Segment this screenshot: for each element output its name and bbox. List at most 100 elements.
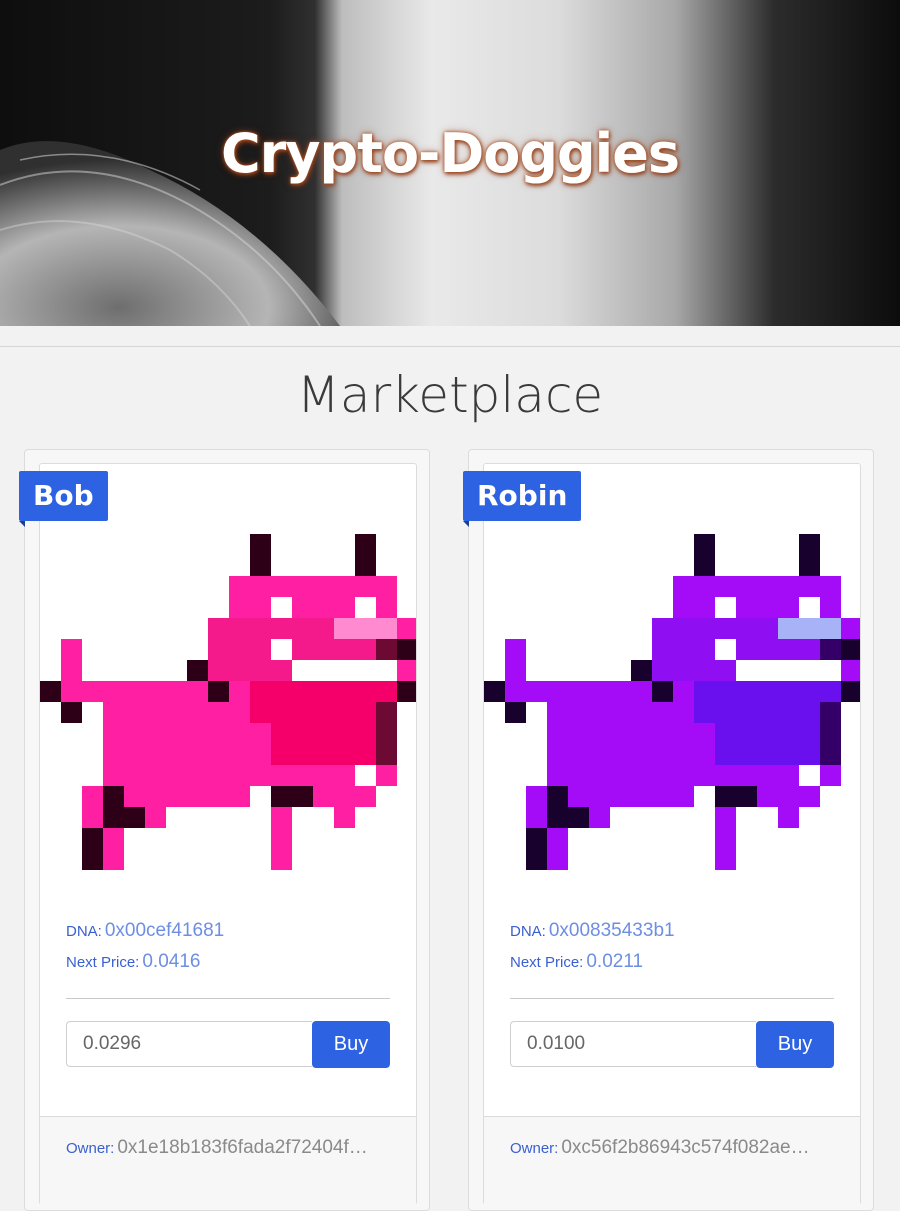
dog-pixel-white (355, 597, 376, 618)
doggy-pixel-image (40, 534, 416, 870)
dog-pixel-dark (397, 639, 416, 660)
site-title: Crypto-Doggies (221, 122, 680, 185)
dog-pixel-nose (778, 618, 841, 639)
doggy-name-ribbon: Bob (19, 471, 108, 521)
doggy-card-inner: Bob DNA:0x00cef41681 Next Price:0.0416 B… (19, 463, 417, 1205)
owner-footer: Owner: 0x1e18b183f6fada2f72404f… (40, 1116, 416, 1205)
dog-pixel-dark (526, 828, 547, 870)
dna-label: DNA: (66, 923, 102, 940)
dna-line: DNA: 0x00cef41681 (66, 920, 224, 942)
hero-banner: Crypto-Doggies (0, 0, 900, 326)
owner-line: Owner: 0xc56f2b86943c574f082ae… (510, 1137, 840, 1159)
dog-pixel-dark (82, 828, 103, 870)
dog-pixel-body (124, 786, 145, 807)
dog-pixel-chest (694, 681, 841, 723)
dog-pixel-dark (484, 681, 505, 702)
buy-button[interactable]: Buy (756, 1021, 834, 1068)
dog-pixel-white (799, 597, 820, 618)
dog-pixel-dark (694, 534, 715, 576)
owner-address: 0xc56f2b86943c574f082ae… (561, 1137, 810, 1158)
dog-pixel-body (505, 639, 526, 681)
dog-pixel-white (799, 765, 820, 786)
dog-pixel-dark (652, 681, 673, 702)
dog-pixel-chest (715, 723, 820, 765)
dog-pixel-body (568, 681, 694, 702)
dog-pixel-white (271, 597, 292, 618)
dog-pixel-dark (208, 681, 229, 702)
dog-pixel-body (166, 786, 250, 807)
dna-value: 0x00835433b1 (548, 920, 675, 941)
dog-pixel-dark (397, 681, 416, 702)
ribbon-fold (463, 521, 469, 527)
next-price-label: Next Price: (66, 954, 140, 971)
dog-pixel-white (271, 639, 292, 660)
next-price-line: Next Price: 0.0211 (510, 951, 643, 973)
owner-line: Owner: 0x1e18b183f6fada2f72404f… (66, 1137, 396, 1159)
dog-pixel-dark (61, 702, 82, 723)
dog-pixel-chest (271, 723, 376, 765)
dog-pixel-chest (250, 681, 397, 723)
dog-pixel-dark (841, 681, 860, 702)
dna-label: DNA: (510, 923, 546, 940)
dog-pixel-nose (334, 618, 397, 639)
ribbon-fold (19, 521, 25, 527)
dog-pixel-shade (820, 639, 841, 660)
next-price-label: Next Price: (510, 954, 584, 971)
dog-pixel-body (376, 765, 397, 786)
dog-pixel-dark (505, 702, 526, 723)
dog-pixel-dark (250, 534, 271, 576)
price-input[interactable] (66, 1021, 312, 1067)
dog-pixel-body (715, 807, 736, 870)
dog-pixel-body (334, 807, 355, 828)
dog-pixel-dark (715, 786, 757, 807)
dog-pixel-body (757, 786, 799, 807)
card-divider (66, 998, 390, 999)
dog-pixel-dark (187, 660, 208, 681)
dog-pixel-white (715, 597, 736, 618)
doggy-name-ribbon: Robin (463, 471, 582, 521)
dog-pixel-body (610, 786, 694, 807)
dog-pixel-body (568, 786, 589, 807)
dog-pixel-body (355, 786, 376, 807)
dog-pixel-body (61, 681, 124, 702)
dog-pixel-body (505, 681, 568, 702)
doggy-card: Bob DNA:0x00cef41681 Next Price:0.0416 B… (19, 449, 430, 1211)
dog-pixel-body (61, 639, 82, 681)
next-price-line: Next Price: 0.0416 (66, 951, 200, 973)
price-input[interactable] (510, 1021, 756, 1067)
dog-pixel-body (778, 807, 799, 828)
dog-pixel-white (292, 660, 397, 681)
dog-pixel-dark (271, 786, 313, 807)
doggy-card-inner: Robin DNA: 0x00835433b1 Next Price: 0.0211… (463, 463, 861, 1205)
owner-label: Owner: (66, 1140, 115, 1157)
dog-pixel-shade (820, 702, 841, 765)
dog-pixel-body (799, 786, 820, 807)
owner-address: 0x1e18b183f6fada2f72404f… (117, 1137, 368, 1158)
dog-pixel-body (820, 765, 841, 786)
owner-label: Owner: (510, 1140, 559, 1157)
owner-footer: Owner: 0xc56f2b86943c574f082ae… (484, 1116, 860, 1205)
section-divider (0, 346, 900, 347)
dog-pixel-dark (40, 681, 61, 702)
dog-pixel-dark (841, 639, 860, 660)
dog-pixel-dark (799, 534, 820, 576)
card-divider (510, 998, 834, 999)
dna-line: DNA: 0x00835433b1 (510, 920, 675, 942)
doggy-pixel-image (484, 534, 860, 870)
dog-pixel-dark (631, 660, 652, 681)
dog-pixel-shade (376, 702, 397, 765)
dog-pixel-body (103, 828, 124, 870)
dog-pixel-white (715, 639, 736, 660)
dog-pixel-body (547, 828, 568, 870)
dog-pixel-body (124, 681, 250, 702)
next-price-value: 0.0416 (142, 951, 201, 972)
buy-button[interactable]: Buy (312, 1021, 390, 1068)
dog-pixel-white (736, 660, 841, 681)
marketplace-title: Marketplace (296, 366, 604, 424)
dog-pixel-white (355, 765, 376, 786)
dog-pixel-body (313, 786, 355, 807)
next-price-value: 0.0211 (586, 951, 644, 972)
dog-pixel-dark (355, 534, 376, 576)
dog-pixel-shade (376, 639, 397, 660)
dna-value: 0x00cef41681 (104, 920, 225, 941)
